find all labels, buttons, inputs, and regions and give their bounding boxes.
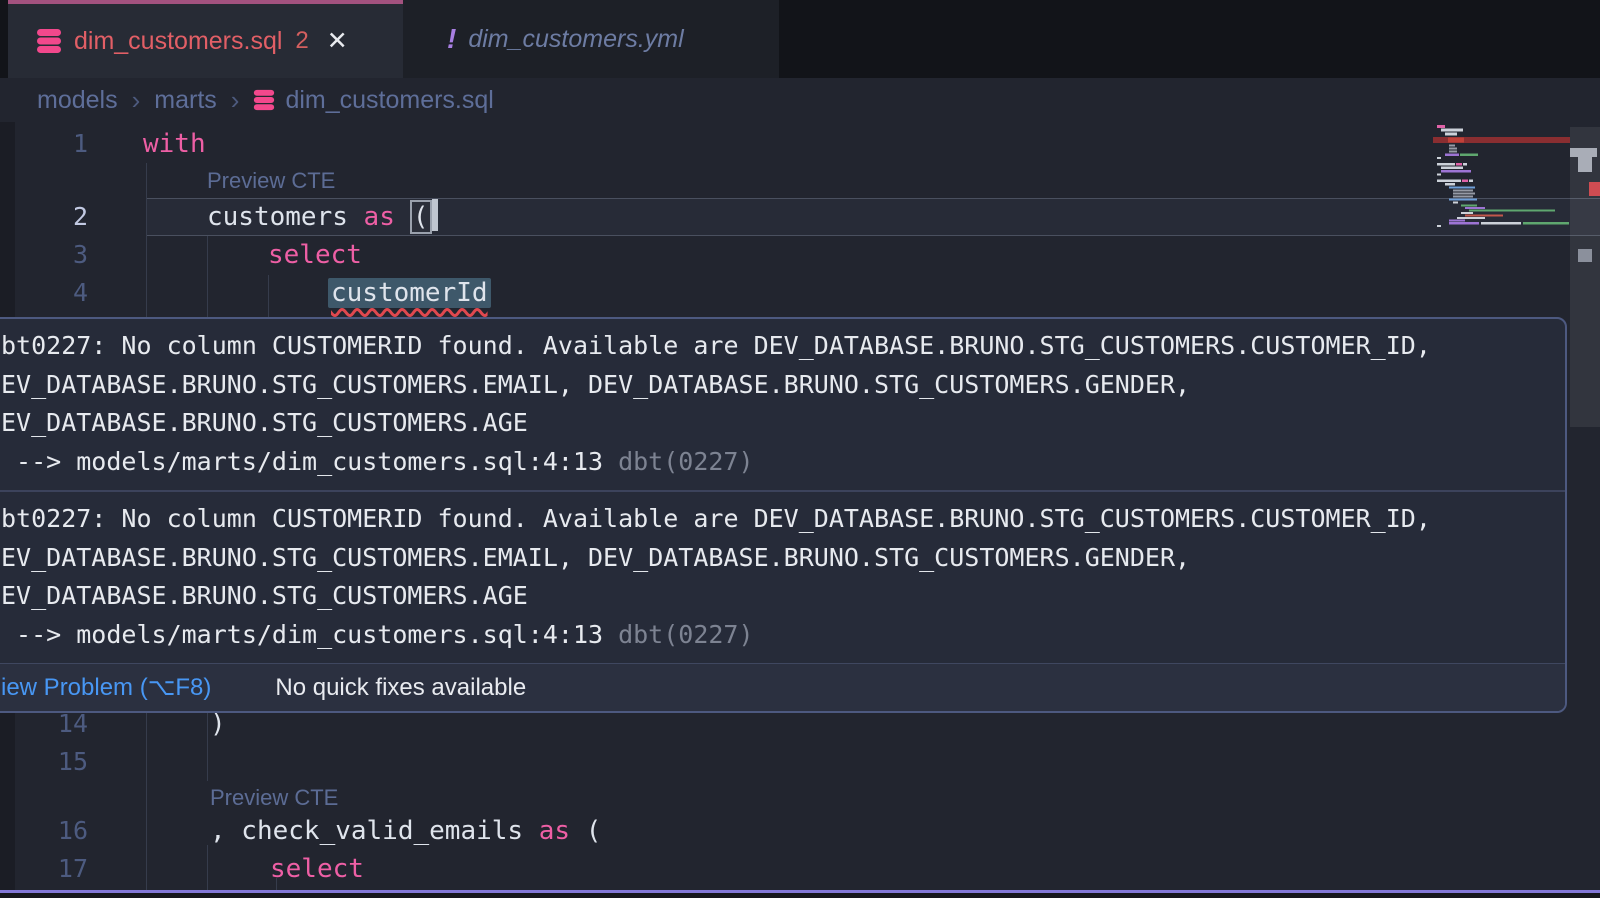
keyword-as: as [364, 202, 395, 232]
scrollbar-thumb[interactable] [1570, 127, 1600, 427]
code-line-17[interactable]: 17 select [0, 850, 1600, 888]
code-line-3[interactable]: 3 select [0, 236, 1600, 274]
code-line-4[interactable]: 4 customerId [0, 274, 1600, 312]
line-number: 3 [0, 236, 88, 274]
chevron-right-icon: › [132, 85, 141, 116]
selection-marker [1578, 249, 1592, 262]
dirty-count-badge: 2 [295, 27, 308, 55]
codelens-preview-cte[interactable]: Preview CTE [207, 166, 335, 196]
line-number: 16 [0, 812, 88, 850]
scrollbar[interactable] [1570, 122, 1600, 890]
error-text: bt0227: No column CUSTOMERID found. Avai… [1, 327, 1549, 366]
keyword-with: with [143, 129, 206, 159]
tab-dim-customers-sql[interactable]: dim_customers.sql 2 ✕ [8, 0, 403, 78]
close-icon[interactable]: ✕ [327, 26, 348, 56]
no-quick-fixes-label: No quick fixes available [275, 674, 526, 702]
error-message-block: bt0227: No column CUSTOMERID found. Avai… [0, 492, 1565, 663]
minimap[interactable] [1433, 123, 1570, 233]
selected-word-highlight: customerId [328, 278, 491, 308]
matched-bracket: ( [410, 200, 432, 234]
tab-bar: dim_customers.sql 2 ✕ ! dim_customers.ym… [0, 0, 1600, 78]
cursor-marker [1578, 157, 1592, 172]
code-line-16[interactable]: 16 , check_valid_emails as ( [0, 812, 1600, 850]
tab-label: dim_customers.yml [468, 25, 683, 54]
error-text: bt0227: No column CUSTOMERID found. Avai… [1, 500, 1549, 539]
error-location: --> models/marts/dim_customers.sql:4:13 [1, 620, 603, 649]
breadcrumb: models › marts › dim_customers.sql [0, 78, 1600, 122]
error-hover-popup: bt0227: No column CUSTOMERID found. Avai… [0, 317, 1567, 713]
error-text: EV_DATABASE.BRUNO.STG_CUSTOMERS.EMAIL, D… [1, 366, 1549, 405]
identifier-check-valid-emails: , check_valid_emails [210, 816, 539, 846]
window-bottom-border [0, 890, 1600, 893]
codelens-preview-cte[interactable]: Preview CTE [210, 783, 338, 813]
keyword-select: select [270, 854, 364, 884]
line-number: 15 [0, 743, 88, 781]
error-text: EV_DATABASE.BRUNO.STG_CUSTOMERS.AGE [1, 404, 1549, 443]
text-cursor [432, 199, 438, 231]
code-line-15[interactable]: 15 [0, 743, 1600, 781]
opening-paren: ( [570, 816, 601, 846]
vscode-window: dim_customers.sql 2 ✕ ! dim_customers.ym… [0, 0, 1600, 898]
breadcrumb-item-file[interactable]: dim_customers.sql [285, 86, 493, 115]
breadcrumb-item-models[interactable]: models [37, 86, 118, 115]
code-line-2[interactable]: 2 customers as ( [0, 198, 1600, 236]
database-icon [36, 28, 62, 54]
identifier-customers: customers [207, 202, 364, 232]
warning-icon: ! [447, 23, 456, 55]
error-location: --> models/marts/dim_customers.sql:4:13 [1, 447, 603, 476]
line-number: 4 [0, 274, 88, 312]
error-text: EV_DATABASE.BRUNO.STG_CUSTOMERS.EMAIL, D… [1, 539, 1549, 578]
database-icon [253, 89, 275, 111]
error-marker [1589, 182, 1600, 196]
error-underlined-identifier: customerId [331, 278, 488, 308]
tab-dim-customers-yml[interactable]: ! dim_customers.yml [403, 0, 779, 78]
closing-paren: ) [210, 709, 226, 739]
error-message-block: bt0227: No column CUSTOMERID found. Avai… [0, 319, 1565, 490]
error-text: EV_DATABASE.BRUNO.STG_CUSTOMERS.AGE [1, 577, 1549, 616]
tab-label: dim_customers.sql [74, 27, 282, 56]
line-number: 1 [0, 125, 88, 163]
keyword-select: select [268, 240, 362, 270]
hover-status-bar: iew Problem (⌥F8) No quick fixes availab… [0, 663, 1565, 711]
error-code: dbt(0227) [618, 447, 753, 476]
line-number-current: 2 [0, 198, 88, 236]
error-code: dbt(0227) [618, 620, 753, 649]
line-number: 17 [0, 850, 88, 888]
keyword-as: as [539, 816, 570, 846]
breadcrumb-item-marts[interactable]: marts [154, 86, 217, 115]
chevron-right-icon: › [231, 85, 240, 116]
code-line-1[interactable]: 1 with [0, 125, 1600, 163]
cursor-marker [1570, 148, 1597, 157]
view-problem-link[interactable]: iew Problem (⌥F8) [1, 673, 211, 702]
